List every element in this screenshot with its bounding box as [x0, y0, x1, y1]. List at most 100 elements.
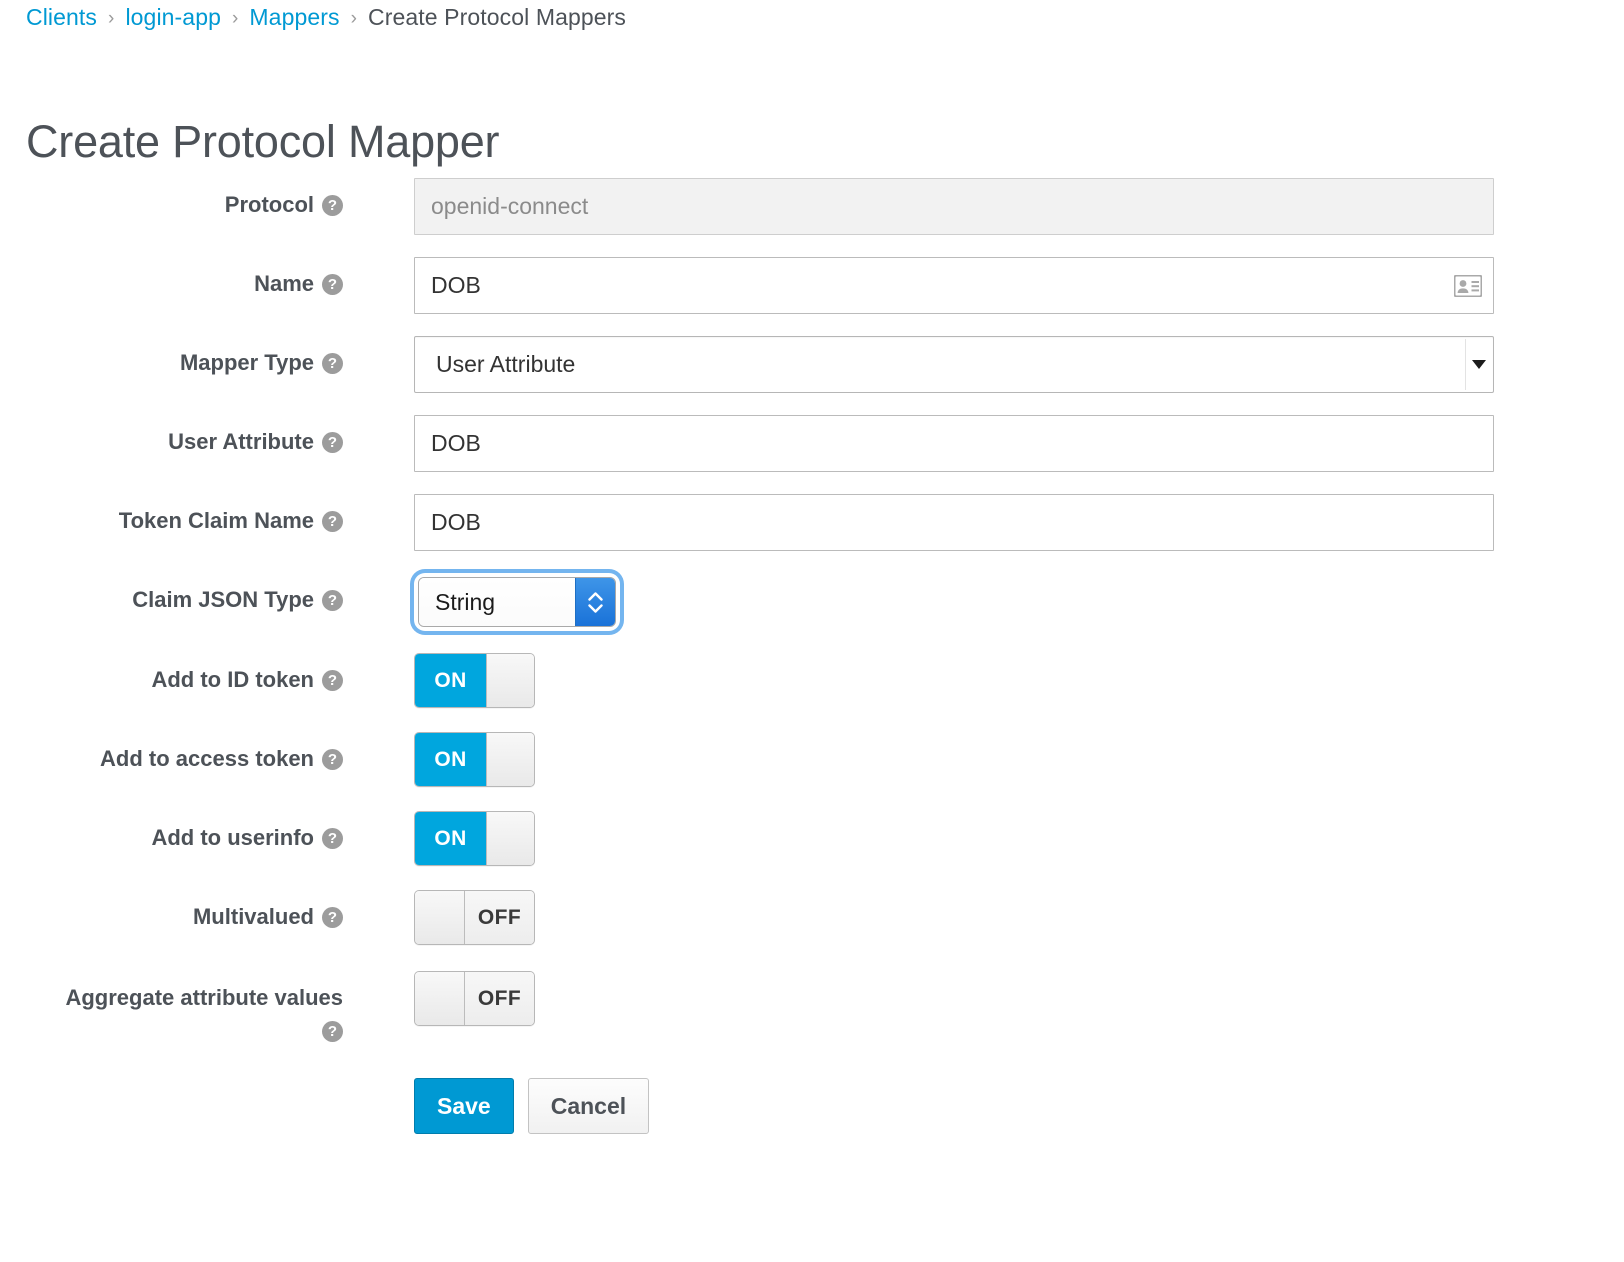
claim-json-type-selected-value: String	[419, 578, 575, 626]
aggregate-attribute-values-toggle-label: OFF	[465, 972, 534, 1025]
multivalued-toggle-label: OFF	[465, 891, 534, 944]
label-aggregate-attribute-values: Aggregate attribute values ?	[0, 971, 343, 1042]
field-multivalued: OFF	[414, 890, 1494, 949]
form-row-user-attribute: User Attribute?	[0, 415, 1624, 472]
save-button[interactable]: Save	[414, 1078, 514, 1134]
question-circle-icon[interactable]: ?	[322, 195, 343, 216]
field-name	[414, 257, 1494, 314]
label-token-claim-name-text: Token Claim Name	[119, 508, 314, 533]
contact-card-icon[interactable]	[1454, 275, 1482, 297]
question-circle-icon[interactable]: ?	[322, 511, 343, 532]
breadcrumb-item-current: Create Protocol Mappers	[368, 4, 626, 31]
label-add-to-access-token-text: Add to access token	[100, 746, 314, 771]
actions-label-spacer	[0, 1064, 343, 1076]
form-row-add-to-userinfo: Add to userinfo? ON	[0, 811, 1624, 868]
form-actions: Save Cancel	[414, 1064, 1494, 1134]
form-row-protocol: Protocol?	[0, 178, 1624, 235]
breadcrumb-item-clients[interactable]: Clients	[26, 4, 97, 31]
toggle-knob	[415, 972, 465, 1025]
field-add-to-userinfo: ON	[414, 811, 1494, 866]
name-input[interactable]	[414, 257, 1494, 314]
toggle-knob	[415, 891, 465, 944]
form-row-add-to-access-token: Add to access token? ON	[0, 732, 1624, 789]
field-user-attribute	[414, 415, 1494, 472]
breadcrumb-separator-icon: ›	[108, 8, 114, 30]
form-row-claim-json-type: Claim JSON Type? String	[0, 573, 1624, 631]
question-circle-icon[interactable]: ?	[322, 749, 343, 770]
label-name-text: Name	[254, 271, 314, 296]
caret-down-icon[interactable]	[1465, 339, 1491, 390]
label-add-to-id-token-text: Add to ID token	[151, 667, 314, 692]
form-row-add-to-id-token: Add to ID token? ON	[0, 653, 1624, 710]
question-circle-icon[interactable]: ?	[322, 907, 343, 928]
label-add-to-userinfo-text: Add to userinfo	[151, 825, 314, 850]
form-row-mapper-type: Mapper Type? User Attribute	[0, 336, 1624, 393]
token-claim-name-input[interactable]	[414, 494, 1494, 551]
breadcrumb-item-mappers[interactable]: Mappers	[249, 4, 339, 31]
toggle-knob	[486, 812, 535, 865]
multivalued-toggle[interactable]: OFF	[414, 890, 535, 945]
protocol-mapper-form: Protocol? Name?	[0, 178, 1624, 1156]
page-title: Create Protocol Mapper	[26, 116, 499, 168]
label-protocol: Protocol?	[0, 178, 343, 220]
breadcrumb: Clients › login-app › Mappers › Create P…	[26, 4, 626, 31]
label-user-attribute: User Attribute?	[0, 415, 343, 457]
field-mapper-type: User Attribute	[414, 336, 1494, 393]
user-attribute-input[interactable]	[414, 415, 1494, 472]
form-row-name: Name?	[0, 257, 1624, 314]
label-user-attribute-text: User Attribute	[168, 429, 314, 454]
cancel-button[interactable]: Cancel	[528, 1078, 649, 1134]
label-aggregate-attribute-values-text: Aggregate attribute values	[65, 985, 343, 1010]
form-row-aggregate-attribute-values: Aggregate attribute values ? OFF	[0, 971, 1624, 1042]
label-token-claim-name: Token Claim Name?	[0, 494, 343, 536]
add-to-userinfo-toggle[interactable]: ON	[414, 811, 535, 866]
mapper-type-selected-value: User Attribute	[436, 351, 575, 378]
field-actions: Save Cancel	[414, 1064, 1494, 1134]
toggle-knob	[486, 654, 535, 707]
question-circle-icon[interactable]: ?	[322, 1021, 343, 1042]
question-circle-icon[interactable]: ?	[322, 590, 343, 611]
chevron-up-down-icon[interactable]	[575, 578, 615, 626]
add-to-id-token-toggle-label: ON	[415, 654, 486, 707]
question-circle-icon[interactable]: ?	[322, 432, 343, 453]
label-claim-json-type-text: Claim JSON Type	[132, 587, 314, 612]
breadcrumb-separator-icon: ›	[351, 8, 357, 30]
field-token-claim-name	[414, 494, 1494, 551]
label-protocol-text: Protocol	[225, 192, 314, 217]
toggle-knob	[486, 733, 535, 786]
form-row-token-claim-name: Token Claim Name?	[0, 494, 1624, 551]
label-multivalued: Multivalued?	[0, 890, 343, 932]
mapper-type-select[interactable]: User Attribute	[414, 336, 1494, 393]
claim-json-type-focus-ring: String	[414, 573, 620, 631]
add-to-id-token-toggle[interactable]: ON	[414, 653, 535, 708]
question-circle-icon[interactable]: ?	[322, 670, 343, 691]
user-attribute-input-holder	[414, 415, 1494, 472]
protocol-input-holder	[414, 178, 1494, 235]
breadcrumb-separator-icon: ›	[232, 8, 238, 30]
question-circle-icon[interactable]: ?	[322, 274, 343, 295]
field-claim-json-type: String	[414, 573, 1494, 631]
question-circle-icon[interactable]: ?	[322, 353, 343, 374]
form-row-actions: Save Cancel	[0, 1064, 1624, 1134]
label-multivalued-text: Multivalued	[193, 904, 314, 929]
add-to-access-token-toggle[interactable]: ON	[414, 732, 535, 787]
field-add-to-id-token: ON	[414, 653, 1494, 708]
label-mapper-type-text: Mapper Type	[180, 350, 314, 375]
label-name: Name?	[0, 257, 343, 299]
claim-json-type-select[interactable]: String	[418, 577, 616, 627]
question-circle-icon[interactable]: ?	[322, 828, 343, 849]
add-to-access-token-toggle-label: ON	[415, 733, 486, 786]
label-add-to-access-token: Add to access token?	[0, 732, 343, 774]
label-add-to-userinfo: Add to userinfo?	[0, 811, 343, 853]
form-row-multivalued: Multivalued? OFF	[0, 890, 1624, 949]
name-input-holder	[414, 257, 1494, 314]
label-mapper-type: Mapper Type?	[0, 336, 343, 378]
breadcrumb-item-login-app[interactable]: login-app	[125, 4, 221, 31]
create-protocol-mapper-page: Clients › login-app › Mappers › Create P…	[0, 0, 1624, 1262]
aggregate-attribute-values-toggle[interactable]: OFF	[414, 971, 535, 1026]
protocol-input	[414, 178, 1494, 235]
field-aggregate-attribute-values: OFF	[414, 971, 1494, 1030]
label-add-to-id-token: Add to ID token?	[0, 653, 343, 695]
field-add-to-access-token: ON	[414, 732, 1494, 787]
token-claim-name-input-holder	[414, 494, 1494, 551]
